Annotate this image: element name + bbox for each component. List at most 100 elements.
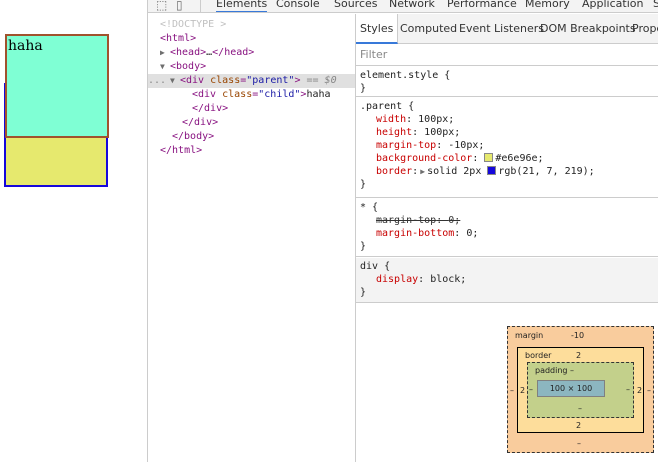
rule-div-user-agent[interactable]: div { display: block; } <box>356 258 658 303</box>
doctype-text: <!DOCTYPE > <box>160 19 227 30</box>
rule-parent[interactable]: .parent { width: 100px; height: 100px; m… <box>356 98 658 198</box>
child-div-box: haha <box>5 34 109 138</box>
devtools-panel: ⬚ ▯ Elements Console Sources Network Per… <box>147 0 658 462</box>
prop-value: 100px; <box>424 127 461 138</box>
subtab-properties[interactable]: Prope <box>628 14 658 44</box>
prop-value: 0; <box>466 228 479 239</box>
dom-div-child-close[interactable]: </div> <box>192 102 228 116</box>
prop-value: solid 2px <box>427 166 482 177</box>
prop-name: border <box>376 166 413 177</box>
border-top-value[interactable]: 2 <box>576 351 581 360</box>
rule-close-brace: } <box>360 83 367 94</box>
dom-head[interactable]: ▶ <head>…</head> <box>160 46 254 60</box>
tab-elements[interactable]: Elements <box>216 0 268 12</box>
device-toolbar-icon[interactable]: ▯ <box>176 0 183 12</box>
decl-background-color[interactable]: background-color: #e6e96e; <box>356 152 658 165</box>
styles-filter-input[interactable]: Filter <box>356 44 658 66</box>
subtab-styles[interactable]: Styles <box>356 14 399 44</box>
prop-name: margin-bottom <box>376 228 455 239</box>
tab-application[interactable]: Application <box>582 0 643 12</box>
subtab-computed[interactable]: Computed <box>396 14 461 44</box>
prop-name: width <box>376 114 407 125</box>
child-text-node: haha <box>306 89 331 100</box>
prop-name: background-color <box>376 153 473 164</box>
color-swatch-icon[interactable] <box>487 166 497 175</box>
decl-border[interactable]: border: ▶ solid 2px rgb(21, 7, 219); <box>356 165 658 178</box>
tab-performance[interactable]: Performance <box>447 0 517 12</box>
decl-display[interactable]: display: block; <box>356 273 658 286</box>
rule-universal[interactable]: * { margin-top: 0; margin-bottom: 0; } <box>356 199 658 257</box>
box-model-border[interactable]: border 2 2 2 2 padding – – – – 100 × 100 <box>517 347 644 433</box>
box-model-padding[interactable]: padding – – – – 100 × 100 <box>527 362 634 418</box>
decl-margin-top-overridden[interactable]: margin-top: 0; <box>356 214 658 227</box>
dom-div-child[interactable]: <div class="child">haha <box>192 88 331 102</box>
padding-left-value[interactable]: – <box>529 385 533 394</box>
margin-right-value[interactable]: – <box>647 386 651 395</box>
border-right-value[interactable]: 2 <box>637 386 642 395</box>
page-preview: haha <box>0 0 147 462</box>
tab-memory[interactable]: Memory <box>525 0 570 12</box>
margin-left-value[interactable]: – <box>510 386 514 395</box>
padding-bottom-value[interactable]: – <box>578 404 582 413</box>
expand-triangle-icon[interactable]: ▶ <box>160 46 170 60</box>
margin-top-value[interactable]: -10 <box>571 331 584 340</box>
prop-name: display <box>376 274 419 285</box>
styles-pane: Styles Computed Event Listeners DOM Brea… <box>355 14 658 462</box>
head-close-tag: </head> <box>212 47 255 58</box>
rule-selector: div { <box>360 261 391 272</box>
margin-bottom-value[interactable]: – <box>577 439 581 448</box>
dom-div-parent-close[interactable]: </div> <box>182 116 218 130</box>
html-open-tag: <html> <box>160 33 197 44</box>
attr-class-name: class <box>210 75 241 86</box>
prop-name: margin-top <box>376 215 437 226</box>
styles-subtab-bar: Styles Computed Event Listeners DOM Brea… <box>356 14 658 44</box>
collapse-triangle-icon[interactable]: ▼ <box>170 74 180 88</box>
tab-security[interactable]: S <box>653 0 658 12</box>
padding-label: padding – <box>535 366 575 375</box>
border-bottom-value[interactable]: 2 <box>576 421 581 430</box>
toolbar-divider <box>200 0 201 12</box>
dom-body-open[interactable]: ▼ <body> <box>160 60 206 74</box>
inspect-element-icon[interactable]: ⬚ <box>156 0 167 12</box>
prop-value: 0; <box>448 215 461 226</box>
html-close-tag: </html> <box>160 145 203 156</box>
subtab-event-listeners[interactable]: Event Listeners <box>455 14 548 44</box>
rule-close-brace: } <box>360 287 367 298</box>
dom-body-close[interactable]: </body> <box>172 130 214 144</box>
attr-class-name: class <box>222 89 253 100</box>
child-text: haha <box>8 38 43 54</box>
decl-margin-top[interactable]: margin-top: -10px; <box>356 139 658 152</box>
tab-sources[interactable]: Sources <box>334 0 378 12</box>
elements-dom-tree: <!DOCTYPE > <html> ▶ <head>…</head> ▼ <bod… <box>148 14 355 462</box>
rule-element-style[interactable]: element.style { } <box>356 67 658 97</box>
subtab-dom-breakpoints[interactable]: DOM Breakpoints <box>536 14 640 44</box>
padding-right-value[interactable]: – <box>626 385 630 394</box>
tab-console[interactable]: Console <box>276 0 320 12</box>
prop-value: block; <box>430 274 467 285</box>
tab-network[interactable]: Network <box>389 0 435 12</box>
decl-height[interactable]: height: 100px; <box>356 126 658 139</box>
more-options-dots[interactable]: ... <box>148 74 166 88</box>
decl-width[interactable]: width: 100px; <box>356 113 658 126</box>
border-label: border <box>525 351 552 360</box>
dom-html-open[interactable]: <html> <box>160 32 196 46</box>
rule-selector: element.style { <box>360 70 451 81</box>
expand-triangle-icon[interactable]: ▶ <box>418 165 427 178</box>
box-model-margin[interactable]: margin -10 – – – border 2 2 2 2 padding … <box>507 326 654 453</box>
body-close-tag: </body> <box>172 131 215 142</box>
dom-html-close[interactable]: </html> <box>160 144 202 158</box>
div-close-tag: </div> <box>182 117 219 128</box>
margin-label: margin <box>515 331 544 340</box>
prop-value-color: rgb(21, 7, 219); <box>498 166 595 177</box>
rule-close-brace: } <box>360 241 367 252</box>
collapse-triangle-icon[interactable]: ▼ <box>160 60 170 74</box>
prop-name: height <box>376 127 413 138</box>
box-model-content[interactable]: 100 × 100 <box>537 380 605 397</box>
color-swatch-icon[interactable] <box>484 153 494 162</box>
decl-margin-bottom[interactable]: margin-bottom: 0; <box>356 227 658 240</box>
dom-div-parent-selected[interactable]: ... ▼ <div class="parent"> == $0 <box>148 74 355 88</box>
box-model-diagram: margin -10 – – – border 2 2 2 2 padding … <box>507 326 654 453</box>
dom-doctype[interactable]: <!DOCTYPE > <box>160 18 226 32</box>
border-left-value[interactable]: 2 <box>520 386 525 395</box>
body-open-tag: <body> <box>170 61 207 72</box>
